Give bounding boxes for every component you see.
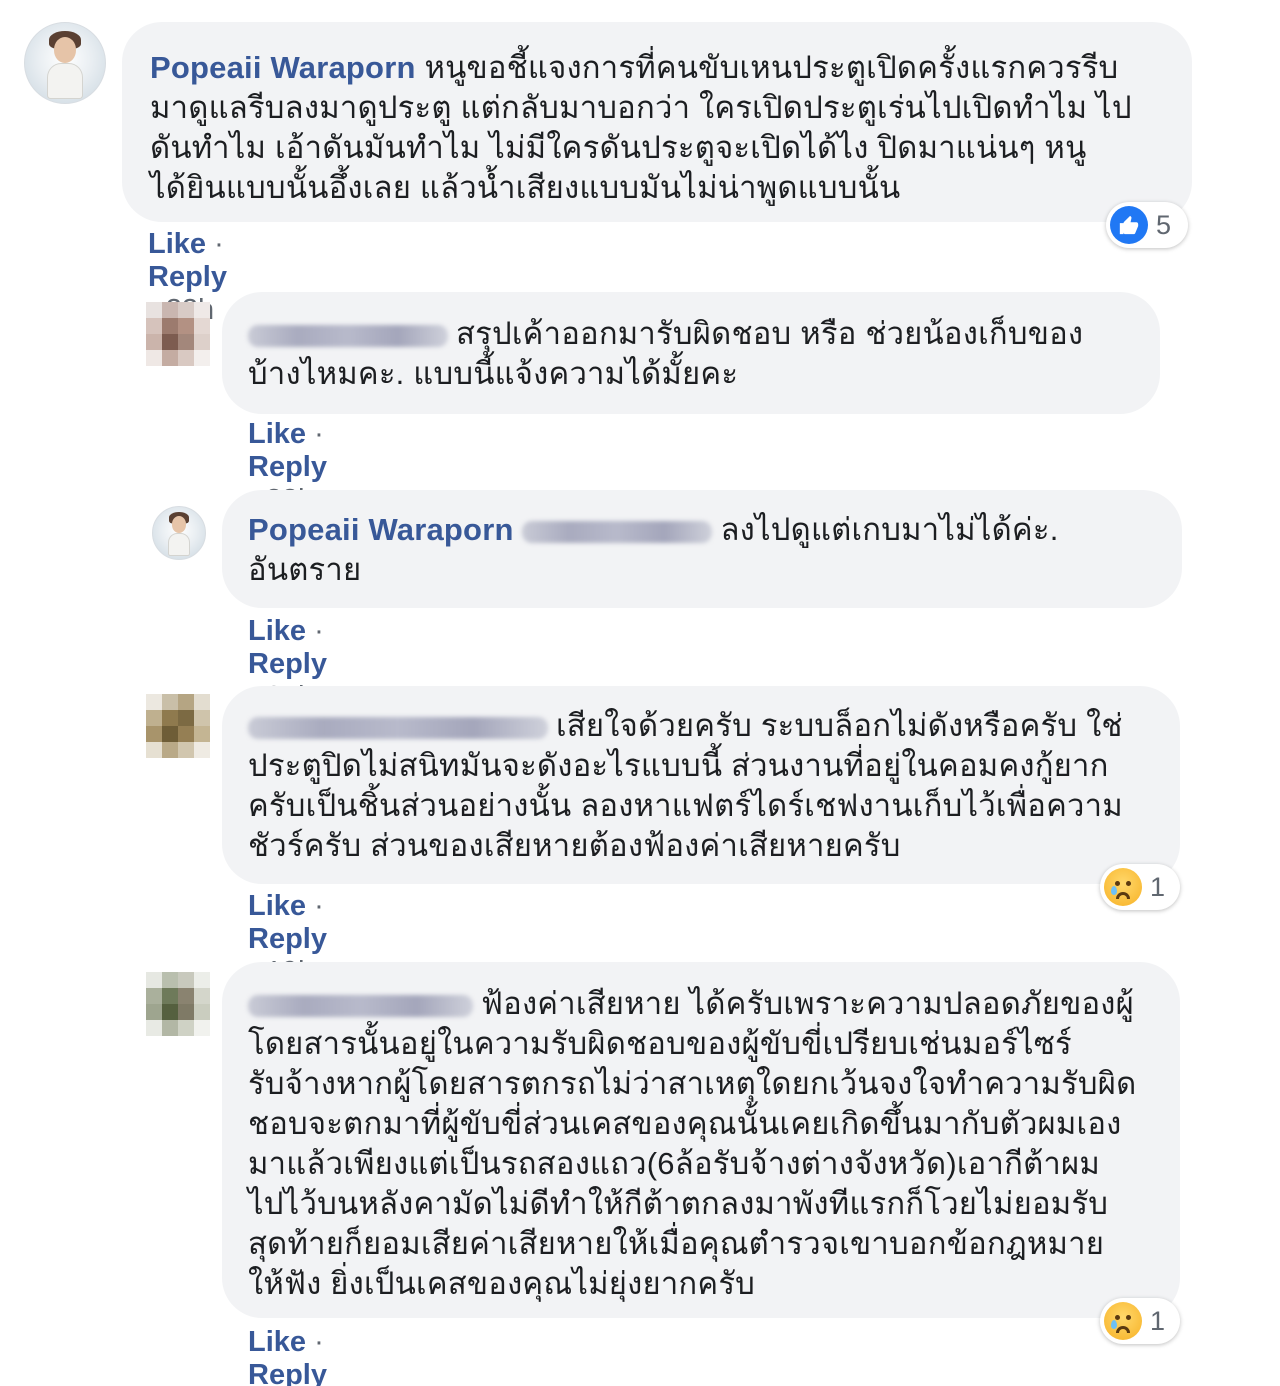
comment-text: ฟ้องค่าเสียหาย ได้ครับเพราะความปลอดภัยขอ… [248, 986, 1137, 1301]
reaction-summary[interactable]: 1 [1100, 864, 1180, 910]
like-link[interactable]: Like [248, 418, 306, 450]
like-link[interactable]: Like [248, 1326, 306, 1358]
reaction-summary[interactable]: 1 [1100, 1298, 1180, 1344]
separator: · [206, 228, 224, 260]
comment-author[interactable]: Popeaii Waraporn [150, 50, 416, 85]
like-link[interactable]: Like [248, 890, 306, 922]
reply-link[interactable]: Reply [248, 451, 327, 483]
reply-link[interactable]: Reply [248, 923, 327, 955]
avatar[interactable] [152, 506, 206, 560]
comment-bubble: เสียใจด้วยครับ ระบบล็อกไม่ดังหรือครับ ใช… [222, 686, 1180, 884]
redacted-name[interactable] [248, 716, 548, 739]
comment-author[interactable]: Popeaii Waraporn [248, 512, 514, 547]
redacted-name[interactable] [248, 324, 448, 347]
reply-link[interactable]: Reply [148, 261, 227, 293]
reaction-count: 5 [1156, 209, 1172, 240]
avatar[interactable] [24, 22, 106, 104]
avatar[interactable] [146, 972, 210, 1036]
separator: · [306, 615, 324, 647]
avatar[interactable] [146, 694, 210, 758]
redacted-name[interactable] [522, 520, 713, 543]
sad-icon [1104, 1302, 1142, 1340]
like-icon [1110, 206, 1148, 244]
redacted-name[interactable] [248, 994, 473, 1017]
reaction-count: 1 [1150, 1305, 1166, 1336]
comment-actions: Like · Reply · 17h [248, 1326, 327, 1386]
reaction-summary[interactable]: 5 [1106, 202, 1188, 248]
like-link[interactable]: Like [148, 228, 206, 260]
sad-icon [1104, 868, 1142, 906]
comment-bubble: Popeaii Waraporn ลงไปดูแต่เกบมาไม่ได้ค่ะ… [222, 490, 1182, 608]
separator: · [306, 418, 324, 450]
comment-bubble: ฟ้องค่าเสียหาย ได้ครับเพราะความปลอดภัยขอ… [222, 962, 1180, 1318]
reply-link[interactable]: Reply [248, 648, 327, 680]
like-link[interactable]: Like [248, 615, 306, 647]
reaction-count: 1 [1150, 871, 1166, 902]
separator: · [306, 890, 324, 922]
comment-bubble: Popeaii Waraporn หนูขอชี้แจงการที่คนขับเ… [122, 22, 1192, 222]
reply-link[interactable]: Reply [248, 1359, 327, 1386]
avatar[interactable] [146, 302, 210, 366]
comment-thread: Popeaii Waraporn หนูขอชี้แจงการที่คนขับเ… [0, 0, 1280, 1386]
separator: · [306, 1326, 324, 1358]
comment-bubble: สรุปเค้าออกมารับผิดชอบ หรือ ช่วยน้องเก็บ… [222, 292, 1160, 414]
